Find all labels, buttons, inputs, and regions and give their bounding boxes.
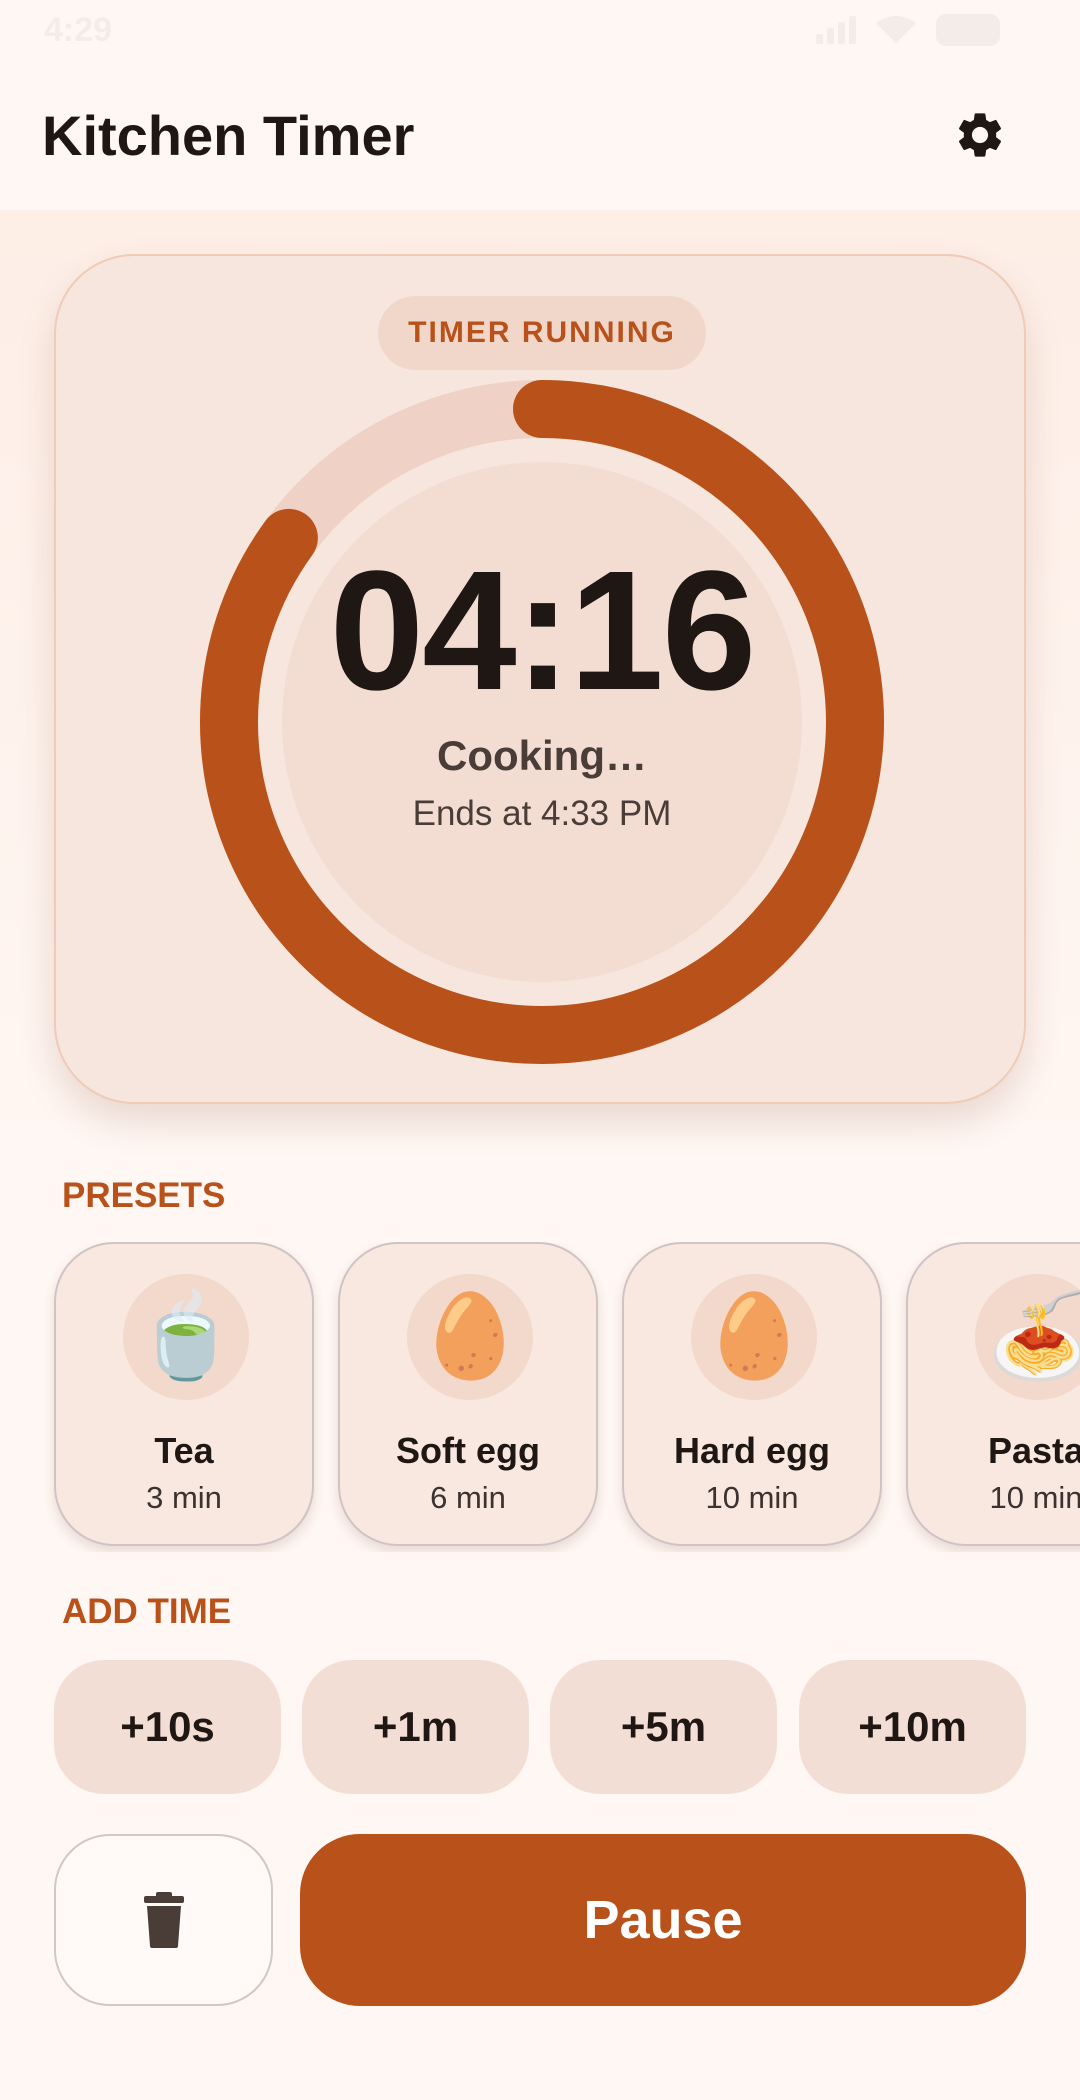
preset-duration: 6 min	[430, 1480, 506, 1515]
presets-heading: PRESETS	[62, 1176, 226, 1215]
preset-name: Soft egg	[396, 1430, 540, 1471]
preset-duration: 10 min	[705, 1480, 799, 1515]
preset-duration: 3 min	[146, 1480, 222, 1515]
settings-button[interactable]	[948, 103, 1012, 167]
time-remaining: 04:16	[329, 536, 757, 726]
app-title: Kitchen Timer	[42, 103, 415, 167]
end-time-label: Ends at 4:33 PM	[412, 794, 672, 833]
egg-icon: 🥚	[691, 1274, 817, 1400]
add-10s-button[interactable]: +10s	[54, 1660, 281, 1794]
timer-card: TIMER RUNNING 04:16 Cooking… Ends at 4:3…	[54, 254, 1026, 1104]
preset-name: Pasta	[987, 1430, 1080, 1471]
pause-button[interactable]: Pause	[300, 1834, 1026, 2006]
presets-list[interactable]: 🍵 Tea 3 min 🥚 Soft egg 6 min 🥚 Hard egg …	[0, 1242, 1080, 1552]
preset-pasta[interactable]: 🍝 Pasta 10 min	[906, 1242, 1080, 1546]
timer-status-text: Cooking…	[437, 732, 647, 779]
preset-duration: 10 min	[989, 1480, 1080, 1515]
add-10m-button[interactable]: +10m	[799, 1660, 1026, 1794]
status-icons	[816, 14, 1000, 46]
preset-name: Hard egg	[673, 1430, 831, 1471]
preset-name: Tea	[154, 1430, 214, 1471]
add-1m-button[interactable]: +1m	[302, 1660, 529, 1794]
tea-icon: 🍵	[123, 1274, 249, 1400]
wifi-icon	[876, 16, 916, 43]
battery-icon	[936, 14, 1000, 46]
egg-icon: 🥚	[407, 1274, 533, 1400]
status-bar: 4:29	[0, 0, 1080, 60]
gear-icon	[958, 113, 1002, 157]
trash-icon	[143, 1892, 184, 1948]
signal-icon	[816, 16, 856, 44]
add-time-heading: ADD TIME	[62, 1592, 232, 1631]
timer-status-badge: TIMER RUNNING	[378, 296, 706, 370]
preset-soft-egg[interactable]: 🥚 Soft egg 6 min	[338, 1242, 598, 1546]
add-5m-button[interactable]: +5m	[550, 1660, 777, 1794]
preset-hard-egg[interactable]: 🥚 Hard egg 10 min	[622, 1242, 882, 1546]
preset-tea[interactable]: 🍵 Tea 3 min	[54, 1242, 314, 1546]
pasta-icon: 🍝	[975, 1274, 1080, 1400]
status-time: 4:29	[44, 10, 113, 49]
app-bar: Kitchen Timer	[0, 60, 1080, 210]
delete-button[interactable]	[54, 1834, 273, 2006]
